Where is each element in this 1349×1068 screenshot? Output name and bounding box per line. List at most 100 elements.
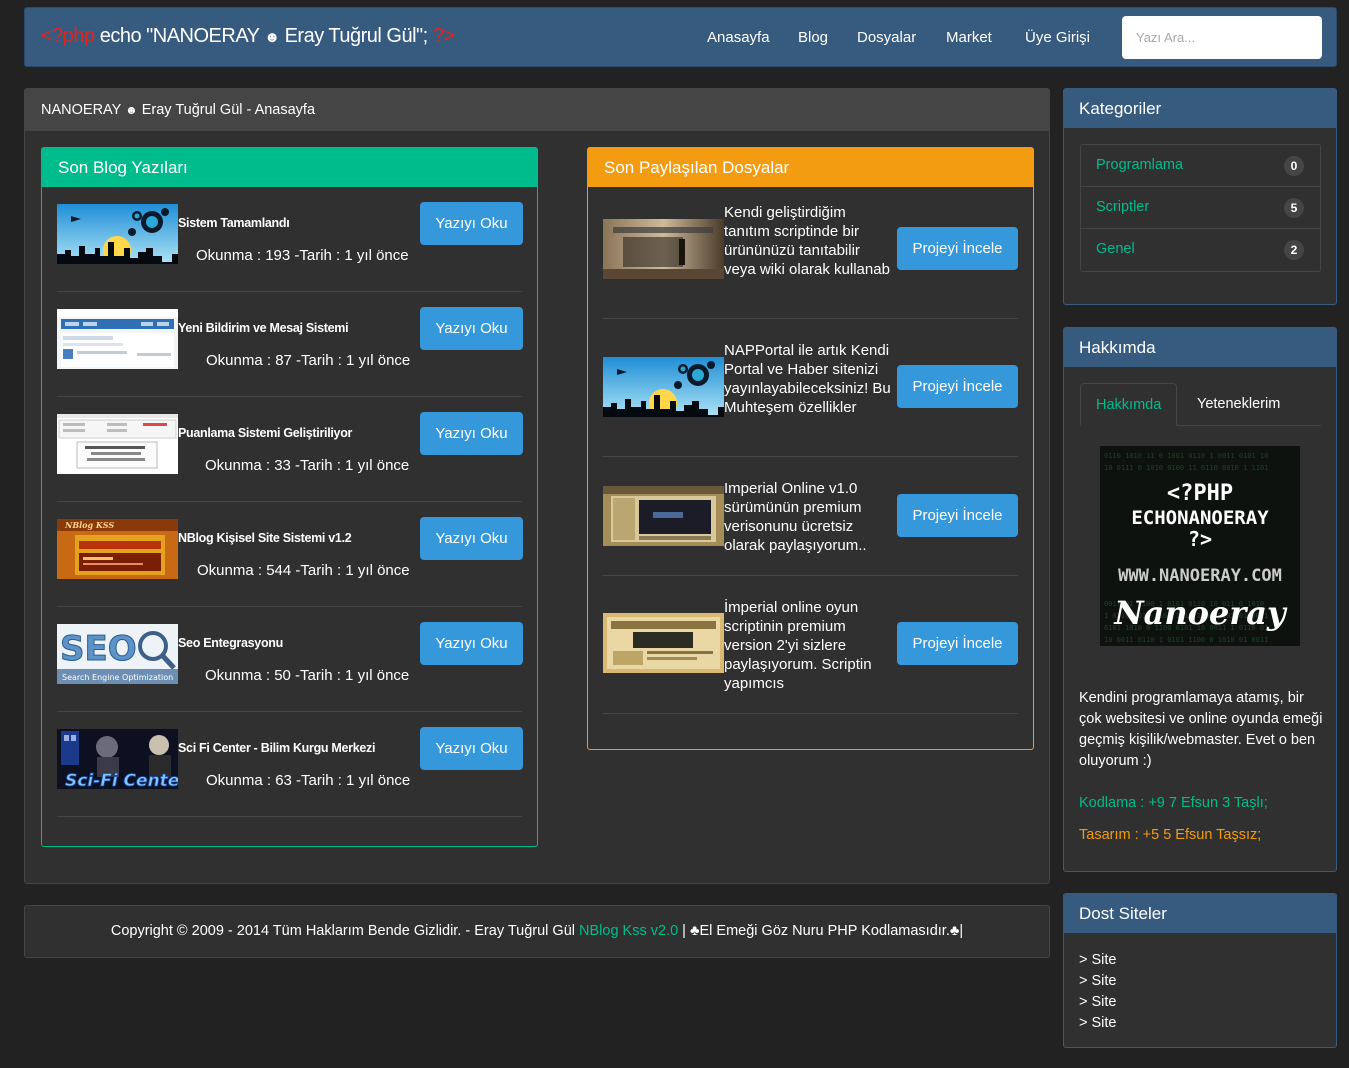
file-description: Kendi geliştirdiğim tanıtım scriptinde b… xyxy=(724,204,890,278)
read-post-button[interactable]: Yazıyı Oku xyxy=(420,517,523,560)
categories-title: Kategoriler xyxy=(1064,89,1336,128)
file-item: Kendi geliştirdiğim tanıtım scriptinde b… xyxy=(603,187,1018,319)
about-title: Hakkımda xyxy=(1064,328,1336,367)
category-item-scriptler[interactable]: Scriptler 5 xyxy=(1081,187,1320,229)
brand-name: Eray Tuğrul Gül"; xyxy=(279,25,433,47)
nblog-thumb-text: NBlog KSS xyxy=(64,520,114,530)
categories-panel: Kategoriler Programlama 0 Scriptler 5 Ge… xyxy=(1063,88,1337,305)
blog-meta: Okunma : 33 -Tarih : 1 yıl önce xyxy=(205,457,410,474)
view-project-button[interactable]: Projeyi İncele xyxy=(897,365,1018,408)
blog-thumbnail[interactable] xyxy=(57,204,178,264)
top-navbar: <?php echo "NANOERAY ☻ Eray Tuğrul Gül";… xyxy=(24,7,1337,67)
blog-panel-title: Son Blog Yazıları xyxy=(42,148,537,187)
file-thumbnail[interactable] xyxy=(603,219,724,279)
about-image-line: ECHONANOERAY xyxy=(1131,507,1269,529)
blog-thumbnail[interactable] xyxy=(57,414,178,474)
category-count-badge: 0 xyxy=(1284,156,1304,176)
blog-meta: Okunma : 193 -Tarih : 1 yıl önce xyxy=(196,247,409,264)
friends-list: > Site > Site > Site > Site xyxy=(1079,950,1116,1034)
blog-meta: Okunma : 87 -Tarih : 1 yıl önce xyxy=(206,352,411,369)
skill-coding: Kodlama : +9 7 Efsun 3 Taşlı; xyxy=(1079,795,1268,811)
nav-link-files[interactable]: Dosyalar xyxy=(857,29,916,46)
site-brand[interactable]: <?php echo "NANOERAY ☻ Eray Tuğrul Gül";… xyxy=(41,25,455,48)
brand-php-close: ?> xyxy=(432,25,455,47)
about-description: Kendini programlamaya atamış, bir çok we… xyxy=(1079,690,1323,769)
file-item: İmperial online oyun scriptinin premium … xyxy=(603,576,1018,714)
blog-title[interactable]: Puanlama Sistemi Geliştiriliyor xyxy=(178,426,352,440)
read-post-button[interactable]: Yazıyı Oku xyxy=(420,727,523,770)
blog-thumbnail[interactable]: NBlog KSS xyxy=(57,519,178,579)
friends-title: Dost Siteler xyxy=(1064,894,1336,933)
view-project-button[interactable]: Projeyi İncele xyxy=(897,494,1018,537)
nav-link-login[interactable]: Üye Girişi xyxy=(1025,29,1090,46)
nav-link-market[interactable]: Market xyxy=(946,29,992,46)
search-input[interactable] xyxy=(1122,16,1322,59)
view-project-button[interactable]: Projeyi İncele xyxy=(897,622,1018,665)
friend-site-link[interactable]: > Site xyxy=(1079,971,1116,992)
read-post-button[interactable]: Yazıyı Oku xyxy=(420,202,523,245)
category-item-programlama[interactable]: Programlama 0 xyxy=(1081,145,1320,187)
category-list: Programlama 0 Scriptler 5 Genel 2 xyxy=(1080,144,1321,272)
file-thumbnail[interactable] xyxy=(603,357,724,417)
blog-title[interactable]: Yeni Bildirim ve Mesaj Sistemi xyxy=(178,321,349,335)
blog-item: Yeni Bildirim ve Mesaj Sistemi Yazıyı Ok… xyxy=(57,292,523,397)
view-project-button[interactable]: Projeyi İncele xyxy=(897,227,1018,270)
file-item: Imperial Online v1.0 sürümünün premium v… xyxy=(603,457,1018,576)
main-panel: NANOERAY ☻ Eray Tuğrul Gül - Anasayfa So… xyxy=(24,88,1050,884)
seo-thumb-subtext: Search Engine Optimization xyxy=(62,673,173,682)
blog-thumbnail[interactable] xyxy=(57,309,178,369)
nav-link-home[interactable]: Anasayfa xyxy=(707,29,770,46)
blog-title[interactable]: NBlog Kişisel Site Sistemi v1.2 xyxy=(178,531,352,545)
file-thumbnail[interactable] xyxy=(603,486,724,546)
about-logo-image: 0110 1010 11 0 1001 0110 1 0011 0101 10 … xyxy=(1100,446,1300,646)
footer: Copyright © 2009 - 2014 Tüm Haklarım Ben… xyxy=(24,905,1050,958)
friend-site-link[interactable]: > Site xyxy=(1079,992,1116,1013)
category-label[interactable]: Genel xyxy=(1096,241,1135,257)
file-thumbnail[interactable] xyxy=(603,613,724,673)
heading-smile-icon: ☻ xyxy=(125,103,138,117)
category-item-genel[interactable]: Genel 2 xyxy=(1081,229,1320,271)
file-item: NAPPortal ile artık Kendi Portal ve Habe… xyxy=(603,319,1018,457)
skill-design: Tasarım : +5 5 Efsun Taşsız; xyxy=(1079,827,1262,843)
blog-thumbnail[interactable]: Sci-Fi Center xyxy=(57,729,178,789)
tab-about[interactable]: Hakkımda xyxy=(1080,383,1177,426)
category-label[interactable]: Programlama xyxy=(1096,157,1183,173)
about-image-line: ?> xyxy=(1188,527,1212,551)
blog-title[interactable]: Sci Fi Center - Bilim Kurgu Merkezi xyxy=(178,741,375,755)
heading-name: NANOERAY xyxy=(41,102,126,118)
blog-item: Sci-Fi Center Sci Fi Center - Bilim Kurg… xyxy=(57,712,523,817)
blog-title[interactable]: Seo Entegrasyonu xyxy=(178,636,283,650)
tab-skills[interactable]: Yeteneklerim xyxy=(1182,383,1295,426)
friend-site-link[interactable]: > Site xyxy=(1079,950,1116,971)
read-post-button[interactable]: Yazıyı Oku xyxy=(420,412,523,455)
blog-title[interactable]: Sistem Tamamlandı xyxy=(178,216,290,230)
brand-echo: echo "NANOERAY xyxy=(94,25,265,47)
blog-meta: Okunma : 63 -Tarih : 1 yıl önce xyxy=(206,772,411,789)
blog-thumbnail[interactable]: SEO Search Engine Optimization xyxy=(57,624,178,684)
files-panel-title: Son Paylaşılan Dosyalar xyxy=(588,148,1033,187)
svg-text:10 0011 0110 1 0101 1100 0 101: 10 0011 0110 1 0101 1100 0 1010 01 0011 xyxy=(1104,636,1268,644)
heading-rest: Eray Tuğrul Gül - Anasayfa xyxy=(137,102,316,118)
files-panel: Son Paylaşılan Dosyalar Kendi geliştirdi… xyxy=(587,147,1034,750)
category-label[interactable]: Scriptler xyxy=(1096,199,1149,215)
about-image-signature: Nanoeray xyxy=(1113,594,1288,632)
blog-item: SEO Search Engine Optimization Seo Enteg… xyxy=(57,607,523,712)
seo-thumb-text: SEO xyxy=(60,629,137,669)
about-image-line: WWW.NANOERAY.COM xyxy=(1118,566,1282,586)
footer-nblog-link[interactable]: NBlog Kss v2.0 xyxy=(579,923,678,939)
about-tabs: Hakkımda Yeteneklerim xyxy=(1080,383,1321,426)
read-post-button[interactable]: Yazıyı Oku xyxy=(420,622,523,665)
blog-item: Sistem Tamamlandı Yazıyı Oku Okunma : 19… xyxy=(57,187,523,292)
about-image-line: <?PHP xyxy=(1167,481,1233,506)
scifi-thumb-text: Sci-Fi Center xyxy=(65,771,178,789)
blog-item: Puanlama Sistemi Geliştiriliyor Yazıyı O… xyxy=(57,397,523,502)
blog-panel: Son Blog Yazıları Sistem Tamamlandı Yazı… xyxy=(41,147,538,847)
nav-link-blog[interactable]: Blog xyxy=(798,29,828,46)
blog-item: NBlog KSS NBlog Kişisel Site Sistemi v1.… xyxy=(57,502,523,607)
main-heading: NANOERAY ☻ Eray Tuğrul Gül - Anasayfa xyxy=(25,89,1049,131)
footer-suffix: | ♣El Emeği Göz Nuru PHP Kodlamasıdır.♣| xyxy=(678,923,964,939)
friends-panel: Dost Siteler > Site > Site > Site > Site xyxy=(1063,893,1337,1048)
svg-text:0110 1010 11 0 1001 0110 1 001: 0110 1010 11 0 1001 0110 1 0011 0101 10 xyxy=(1104,452,1268,460)
friend-site-link[interactable]: > Site xyxy=(1079,1013,1116,1034)
read-post-button[interactable]: Yazıyı Oku xyxy=(420,307,523,350)
